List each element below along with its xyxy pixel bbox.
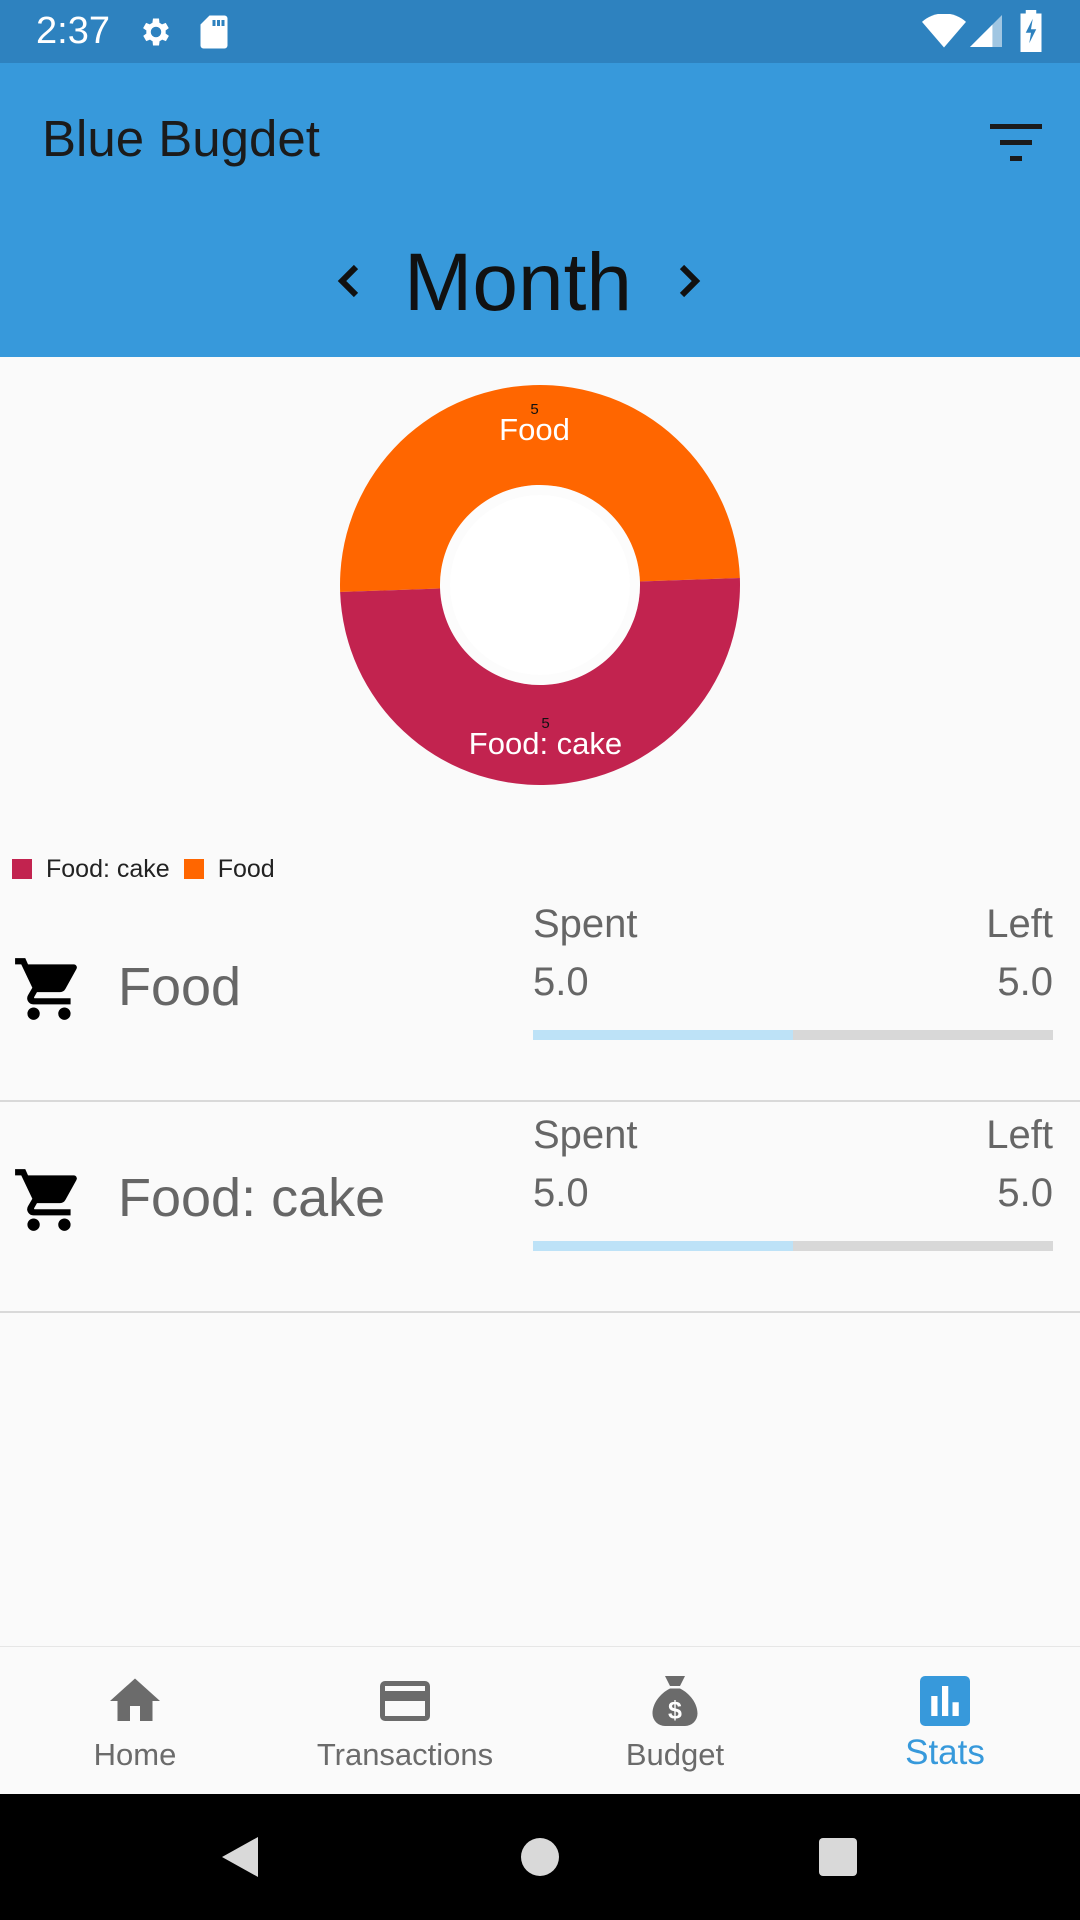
home-circle-icon[interactable] xyxy=(510,1827,570,1887)
legend-swatch xyxy=(183,859,204,879)
chevron-right-icon xyxy=(679,264,701,298)
slice-value-label: 5 xyxy=(541,715,549,732)
settings-icon xyxy=(143,18,169,46)
slice-value-label: 5 xyxy=(530,401,538,418)
status-time: 2:37 xyxy=(36,10,110,52)
period-prev-button[interactable] xyxy=(318,251,378,311)
donut-hole xyxy=(450,495,630,675)
status-bar: 2:37 xyxy=(0,0,1080,63)
nav-label: Transactions xyxy=(316,1737,494,1772)
nav-label: Home xyxy=(93,1737,177,1772)
period-next-button[interactable] xyxy=(660,251,720,311)
home-icon xyxy=(110,1678,160,1721)
spent-value: 5.0 xyxy=(533,960,589,1004)
cart-icon xyxy=(15,958,77,1020)
nav-label: Stats xyxy=(905,1733,985,1772)
spent-label: Spent xyxy=(533,902,638,946)
left-value: 5.0 xyxy=(997,960,1053,1004)
donut-chart[interactable]: Food 5 Food: cake 5 xyxy=(340,385,740,785)
left-label: Left xyxy=(986,1113,1053,1157)
wifi-icon xyxy=(922,14,966,48)
legend-swatch xyxy=(12,859,32,879)
legend-item: Food: cake xyxy=(12,855,170,884)
budget-row-food-cake[interactable]: Food: cake Spent Left 5.0 5.0 xyxy=(0,1103,1080,1313)
nav-label: Budget xyxy=(625,1737,725,1772)
budget-progress-bar xyxy=(533,1030,1053,1040)
credit-card-icon xyxy=(380,1681,430,1721)
budget-name: Food: cake xyxy=(118,1168,386,1228)
app-bar: Blue Bugdet Month xyxy=(0,63,1080,357)
period-selector: Month xyxy=(0,233,1080,333)
budget-row-food[interactable]: Food Spent Left 5.0 5.0 xyxy=(0,892,1080,1102)
legend-item: Food xyxy=(183,854,275,884)
nav-stats[interactable]: Stats xyxy=(810,1647,1080,1794)
left-label: Left xyxy=(986,902,1053,946)
legend-label: Food: cake xyxy=(46,854,170,883)
budget-progress-fill xyxy=(533,1241,793,1251)
chart-legend: Food: cake Food xyxy=(12,854,289,884)
left-value: 5.0 xyxy=(997,1171,1053,1215)
back-icon[interactable] xyxy=(212,1827,272,1887)
sd-card-icon xyxy=(200,15,228,49)
chevron-left-icon xyxy=(337,264,359,298)
nav-home[interactable]: Home xyxy=(0,1647,270,1794)
bar-chart-icon xyxy=(920,1676,970,1726)
nav-transactions[interactable]: Transactions xyxy=(270,1647,540,1794)
legend-label: Food xyxy=(217,854,275,883)
cart-icon xyxy=(15,1169,77,1231)
budget-progress-fill xyxy=(533,1030,793,1040)
period-label: Month xyxy=(404,237,632,328)
bottom-navigation: Home Transactions $ Budget Stats xyxy=(0,1646,1080,1794)
filter-button[interactable] xyxy=(976,103,1056,183)
recents-icon[interactable] xyxy=(808,1827,868,1887)
spent-label: Spent xyxy=(533,1113,638,1157)
budget-name: Food xyxy=(118,957,242,1017)
filter-icon xyxy=(990,124,1042,161)
signal-icon xyxy=(970,15,1002,47)
money-bag-icon: $ xyxy=(652,1676,698,1726)
svg-text:$: $ xyxy=(668,1697,682,1725)
nav-budget[interactable]: $ Budget xyxy=(540,1647,810,1794)
app-title: Blue Bugdet xyxy=(42,110,320,167)
budget-progress-bar xyxy=(533,1241,1053,1251)
battery-charging-icon xyxy=(1020,10,1042,52)
system-navigation-bar xyxy=(0,1794,1080,1920)
spent-value: 5.0 xyxy=(533,1171,589,1215)
